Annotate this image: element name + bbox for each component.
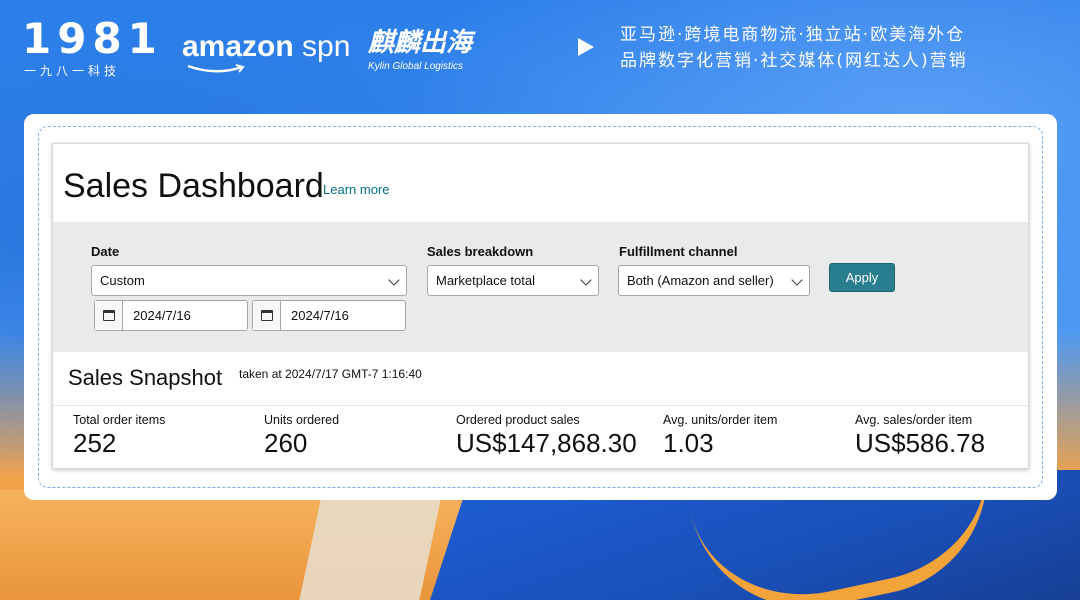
date-range-select[interactable]: Custom: [91, 265, 407, 296]
banner-header: 1981 一九八一科技 amazon spn 麒麟出海 Kylin Global…: [0, 0, 1080, 100]
calendar-icon[interactable]: [253, 301, 281, 330]
chevron-down-icon: [388, 274, 400, 286]
sales-dashboard-panel: Sales Dashboard Learn more Date Custom 2…: [52, 143, 1029, 469]
logo-spn-word: spn: [302, 30, 351, 63]
snapshot-timestamp: taken at 2024/7/17 GMT-7 1:16:40: [239, 367, 422, 381]
metric-label-total-order-items: Total order items: [73, 413, 166, 427]
metric-label-ordered-product-sales: Ordered product sales: [456, 413, 580, 427]
tagline: 亚马逊·跨境电商物流·独立站·欧美海外仓 品牌数字化营销·社交媒体(网红达人)营…: [620, 22, 1060, 74]
start-date-value: 2024/7/16: [133, 308, 191, 323]
apply-button[interactable]: Apply: [829, 263, 895, 292]
logo-amazon-spn: amazon spn: [182, 30, 350, 64]
end-date-field[interactable]: 2024/7/16: [252, 300, 406, 331]
sales-breakdown-value: Marketplace total: [436, 273, 535, 288]
logo-kylin-chinese: 麒麟出海: [368, 28, 473, 58]
fulfillment-channel-label: Fulfillment channel: [619, 244, 738, 259]
logo-kylin: 麒麟出海 Kylin Global Logistics: [368, 22, 508, 72]
metric-value-units-ordered: 260: [264, 428, 308, 458]
end-date-value: 2024/7/16: [291, 308, 349, 323]
metric-value-avg-units-per-item: 1.03: [663, 428, 714, 458]
play-icon: [578, 38, 594, 56]
logo-1981-subtitle: 一九八一科技: [24, 64, 121, 78]
tagline-line-1: 亚马逊·跨境电商物流·独立站·欧美海外仓: [620, 25, 966, 45]
metric-value-ordered-product-sales: US$147,868.30: [456, 428, 637, 458]
chevron-down-icon: [791, 274, 803, 286]
tagline-line-2: 品牌数字化营销·社交媒体(网红达人)营销: [620, 51, 968, 71]
metric-label-units-ordered: Units ordered: [264, 413, 340, 427]
start-date-field[interactable]: 2024/7/16: [94, 300, 248, 331]
sales-breakdown-select[interactable]: Marketplace total: [427, 265, 599, 296]
sales-breakdown-label: Sales breakdown: [427, 244, 534, 259]
page-title: Sales Dashboard: [63, 167, 324, 205]
logo-1981-number: 1981: [22, 14, 163, 63]
logo-kylin-english: Kylin Global Logistics: [368, 61, 464, 72]
amazon-smile-icon: [187, 64, 245, 73]
fulfillment-channel-value: Both (Amazon and seller): [627, 273, 774, 288]
calendar-icon[interactable]: [95, 301, 123, 330]
metric-value-avg-sales-per-item: US$586.78: [855, 428, 986, 458]
metric-value-total-order-items: 252: [73, 428, 117, 458]
sales-snapshot-title: Sales Snapshot: [68, 365, 223, 390]
metric-label-avg-units-per-item: Avg. units/order item: [663, 413, 778, 427]
fulfillment-channel-select[interactable]: Both (Amazon and seller): [618, 265, 810, 296]
learn-more-link[interactable]: Learn more: [323, 182, 389, 197]
divider: [53, 405, 1028, 406]
logo-amazon-word: amazon: [182, 30, 294, 63]
background-tape: [299, 500, 441, 600]
date-label: Date: [91, 244, 120, 259]
metric-label-avg-sales-per-item: Avg. sales/order item: [855, 413, 973, 427]
date-range-value: Custom: [100, 273, 145, 288]
chevron-down-icon: [580, 274, 592, 286]
logo-1981: 1981 一九八一科技: [22, 14, 163, 79]
